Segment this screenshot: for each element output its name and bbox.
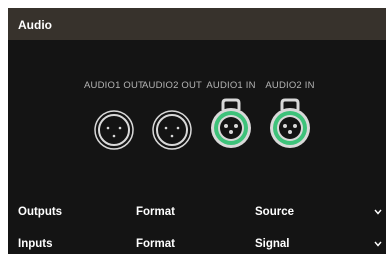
port-audio2-in[interactable]: AUDIO2 IN bbox=[260, 80, 320, 148]
inputs-label: Inputs bbox=[18, 238, 53, 250]
inputs-section-row[interactable]: Inputs Format Signal bbox=[8, 229, 386, 254]
port-audio2-out[interactable]: AUDIO2 OUT bbox=[142, 80, 203, 150]
inputs-signal-header: Signal bbox=[255, 238, 290, 250]
port-label: AUDIO2 IN bbox=[265, 80, 315, 91]
port-label: AUDIO2 OUT bbox=[142, 80, 203, 91]
chevron-down-icon[interactable] bbox=[374, 241, 382, 247]
port-audio1-out[interactable]: AUDIO1 OUT bbox=[84, 80, 145, 150]
port-audio1-in[interactable]: AUDIO1 IN bbox=[201, 80, 261, 148]
outputs-label: Outputs bbox=[18, 206, 63, 218]
inputs-format-header: Format bbox=[136, 238, 175, 250]
chevron-down-icon[interactable] bbox=[374, 209, 382, 215]
outputs-source-header: Source bbox=[255, 206, 294, 218]
xlr-female-connector-icon bbox=[270, 98, 310, 148]
port-label: AUDIO1 OUT bbox=[84, 80, 145, 91]
panel-title: Audio bbox=[18, 18, 52, 32]
port-label: AUDIO1 IN bbox=[206, 80, 256, 91]
outputs-format-header: Format bbox=[136, 206, 175, 218]
xlr-male-connector-icon bbox=[94, 110, 134, 150]
audio-panel: Audio AUDIO1 OUT AUDIO2 OUT AUDIO1 IN AU… bbox=[8, 8, 386, 254]
xlr-female-connector-icon bbox=[211, 98, 251, 148]
xlr-male-connector-icon bbox=[152, 110, 192, 150]
panel-header: Audio bbox=[8, 8, 386, 40]
outputs-section-row[interactable]: Outputs Format Source bbox=[8, 197, 386, 227]
